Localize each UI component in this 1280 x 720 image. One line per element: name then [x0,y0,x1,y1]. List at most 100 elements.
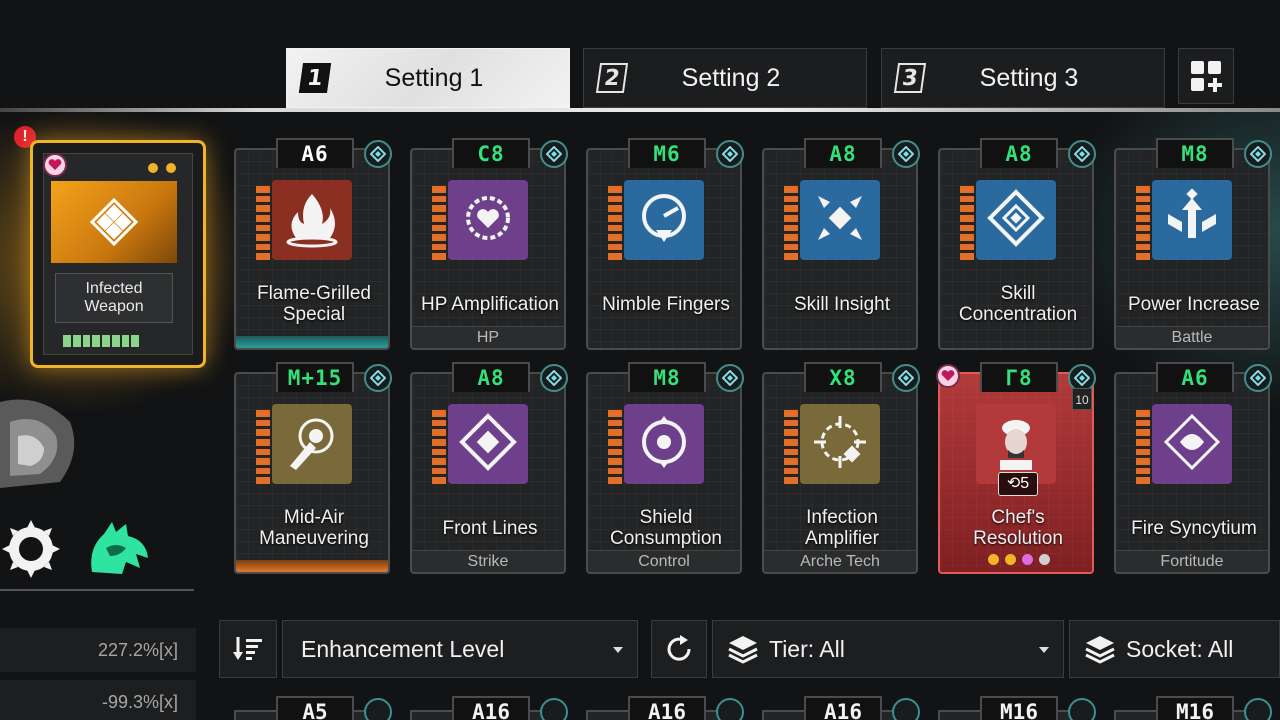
socket-icon [540,698,568,720]
chip-card-partial[interactable]: A5 [234,696,392,720]
chip-card-partial[interactable]: A16 [410,696,568,720]
enhancement-pips [256,410,270,484]
chip-card-infection-amplifier[interactable]: Infection Amplifier Arche Tech X8 [762,362,920,574]
chip-card-body: Chef's Resolution ⟲5 [938,372,1094,574]
weapon-name: Infected Weapon [55,273,173,323]
tab-setting-2[interactable]: 2 Setting 2 [583,48,867,108]
layers-icon [1085,636,1115,664]
tier-badge: M6 [628,138,706,168]
rarity-dots [984,554,1054,566]
tier-badge: A8 [980,138,1058,168]
chip-title: Front Lines [442,517,538,539]
tier-badge: M8 [628,362,706,392]
socket-icon [716,140,744,168]
chip-card-body: Fire Syncytium Fortitude [1114,372,1270,574]
tier-filter-value: Tier: All [769,635,845,662]
chip-icon-box [272,180,352,260]
heart-gear-icon [458,188,518,253]
fist-up-icon [1162,187,1222,253]
chip-card-body: HP Amplification HP [410,148,566,350]
chip-card-flame-grilled-special[interactable]: Flame-Grilled Special A6 [234,138,392,350]
chip-title: Infection Amplifier [805,507,879,549]
socket-icon [540,364,568,392]
socket-icon [892,698,920,720]
heart-icon [43,153,67,177]
chip-category: Strike [412,550,564,572]
chip-title: Power Increase [1127,293,1260,315]
enhancement-pips [784,410,798,484]
layers-icon [728,636,758,664]
chip-card-mid-air-maneuvering[interactable]: Mid-Air Maneuvering M+15 [234,362,392,574]
chip-card-partial[interactable]: A16 [586,696,744,720]
chevron-down-icon [1039,647,1049,653]
sort-dropdown-value: Enhancement Level [301,635,505,662]
chip-card-front-lines[interactable]: Front Lines Strike A8 [410,362,568,574]
tier-badge: M+15 [276,362,354,392]
chip-icon-box [448,180,528,260]
stats-divider [0,589,194,591]
sort-descending-icon [233,637,262,660]
chip-card-body: Shield Consumption Control [586,372,742,574]
chip-card-partial[interactable]: A16 [762,696,920,720]
reset-button[interactable] [651,620,707,678]
tier-badge: M16 [980,696,1058,720]
tier-badge: X8 [804,362,882,392]
tier-badge: A8 [452,362,530,392]
infected-weapon-card[interactable]: Infected Weapon [30,140,206,368]
chip-icon-box [448,404,528,484]
socket-icon [540,140,568,168]
tab-label: Setting 2 [681,63,781,92]
tab-label: Setting 1 [384,63,484,92]
chip-category: Fortitude [1116,550,1268,572]
add-preset-button[interactable] [1178,48,1234,104]
chip-card-partial[interactable]: M16 [1114,696,1272,720]
chip-title: Skill Insight [793,293,891,315]
tier-badge: M16 [1156,696,1234,720]
level-badge: 10 [1072,388,1092,410]
enhancement-pips [1136,186,1150,260]
chip-category: Control [588,550,740,572]
socket-icon [364,698,392,720]
sort-dropdown[interactable]: Enhancement Level [282,620,638,678]
socket-icon [1244,698,1272,720]
chip-card-nimble-fingers[interactable]: Nimble Fingers M6 [586,138,744,350]
chip-title: Nimble Fingers [602,293,730,315]
chip-card-hp-amplification[interactable]: HP Amplification HP C8 [410,138,568,350]
tier-filter-dropdown[interactable]: Tier: All [712,620,1064,678]
tab-bar-underline [0,108,1280,112]
chip-card-chef-s-resolution[interactable]: Chef's Resolution ⟲5 Γ8 10 [936,362,1096,574]
green-beast-icon[interactable] [86,518,152,578]
enhancement-pips [960,186,974,260]
grid-plus-icon [1191,61,1222,92]
chip-icon-box [272,404,352,484]
enhancement-pips [608,410,622,484]
tab-setting-1[interactable]: 1 Setting 1 [286,48,570,108]
socket-icon [1068,698,1096,720]
chip-card-partial[interactable]: M16 [938,696,1096,720]
socket-filter-dropdown[interactable]: Socket: All [1069,620,1280,678]
tier-badge: A5 [276,696,354,720]
chip-title: Skill Concentration [958,283,1078,325]
chip-card-power-increase[interactable]: Power Increase Battle M8 [1114,138,1272,350]
tier-badge: A6 [1156,362,1234,392]
character-portrait [0,399,75,488]
tier-badge: A16 [628,696,706,720]
chip-title: Flame-Grilled Special [256,283,372,325]
tier-badge: Γ8 [980,362,1058,392]
diamond-burst-icon [458,412,518,477]
chip-card-body: Skill Concentration [938,148,1094,350]
tab-setting-3[interactable]: 3 Setting 3 [881,48,1165,108]
weapon-level-bar [63,335,139,347]
chip-card-body: Mid-Air Maneuvering [234,372,390,574]
tab-label: Setting 3 [979,63,1079,92]
stat-value: -99.3%[x] [0,680,196,720]
chip-icon-box [624,404,704,484]
chip-icon-box [1152,404,1232,484]
chip-card-skill-concentration[interactable]: Skill Concentration A8 [938,138,1096,350]
chip-card-shield-consumption[interactable]: Shield Consumption Control M8 [586,362,744,574]
chip-card-fire-syncytium[interactable]: Fire Syncytium Fortitude A6 [1114,362,1272,574]
cooldown-badge: ⟲5 [998,472,1038,496]
sort-order-button[interactable] [219,620,277,678]
saw-blade-icon[interactable] [2,520,60,578]
chip-card-skill-insight[interactable]: Skill Insight A8 [762,138,920,350]
